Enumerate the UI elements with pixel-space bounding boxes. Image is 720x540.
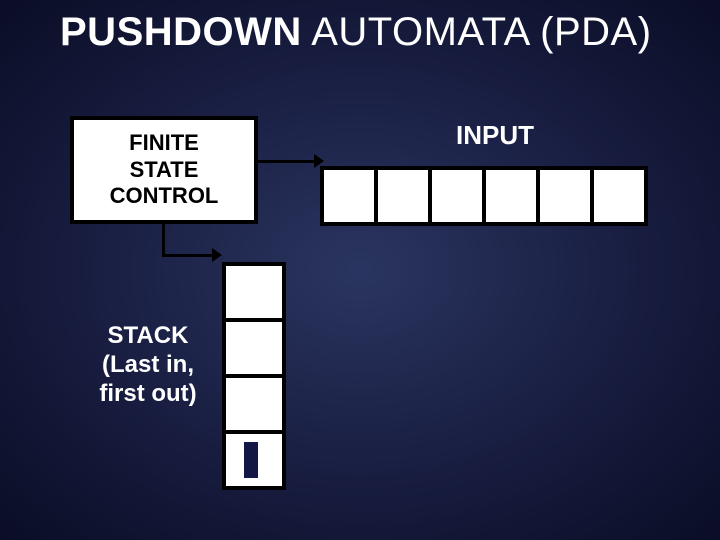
stack-cell	[226, 266, 282, 322]
connector-fsc-to-stack	[162, 254, 216, 257]
stack-cell	[226, 378, 282, 434]
tape-cell	[540, 170, 594, 222]
tape-cell	[378, 170, 432, 222]
stack-bottom-marker	[244, 442, 258, 478]
slide-title: PUSHDOWN AUTOMATA (PDA)	[60, 10, 652, 55]
connector-fsc-to-stack	[162, 222, 165, 256]
tape-cell	[324, 170, 378, 222]
title-bold: PUSHDOWN	[60, 10, 302, 54]
stack-cell	[226, 322, 282, 378]
tape-cell	[432, 170, 486, 222]
tape-cell	[486, 170, 540, 222]
input-label: INPUT	[456, 120, 534, 151]
finite-state-control-label: FINITE STATE CONTROL	[110, 130, 219, 209]
finite-state-control-box: FINITE STATE CONTROL	[70, 116, 258, 224]
input-tape	[320, 166, 648, 226]
title-rest: AUTOMATA (PDA)	[302, 10, 652, 54]
arrowhead-icon	[314, 154, 324, 168]
arrowhead-icon	[212, 248, 222, 262]
tape-cell	[594, 170, 644, 222]
stack-label: STACK (Last in, first out)	[78, 322, 218, 408]
connector-fsc-to-tape	[256, 160, 318, 163]
